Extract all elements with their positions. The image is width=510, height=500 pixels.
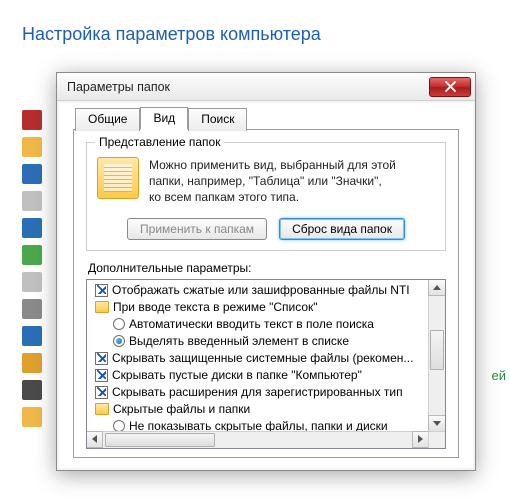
close-icon	[445, 81, 456, 92]
tab-panel-view: Представление папок Можно применить вид,…	[73, 129, 459, 458]
dialog-title: Параметры папок	[67, 80, 429, 94]
tree-row-4[interactable]: Скрывать защищенные системные файлы (рек…	[89, 350, 426, 367]
advanced-settings-tree[interactable]: Отображать сжатые или зашифрованные файл…	[86, 279, 446, 449]
dialog-body: Общие Вид Поиск Представление папок Можн…	[59, 103, 473, 468]
tab-general[interactable]: Общие	[75, 108, 140, 131]
tree-row-5[interactable]: Скрывать пустые диски в папке "Компьютер…	[89, 367, 426, 384]
checkbox[interactable]	[95, 386, 108, 399]
tree-row-1[interactable]: При вводе текста в режиме "Список"	[89, 299, 426, 316]
radio[interactable]	[113, 335, 125, 347]
folder-views-group: Представление папок Можно применить вид,…	[86, 142, 446, 251]
folder-icon	[97, 157, 139, 199]
sidebar-icon-7[interactable]	[22, 299, 42, 319]
tabstrip: Общие Вид Поиск	[73, 107, 459, 130]
folder-icon	[95, 301, 109, 313]
sidebar-icon-4[interactable]	[22, 218, 42, 238]
checkbox[interactable]	[95, 369, 108, 382]
folder-options-dialog: Параметры папок Общие Вид Поиск Представ…	[56, 72, 476, 471]
tab-view[interactable]: Вид	[140, 107, 188, 130]
tree-row-label: Отображать сжатые или зашифрованные файл…	[112, 283, 410, 297]
tree-row-label: Скрывать пустые диски в папке "Компьютер…	[112, 368, 362, 382]
reset-folders-button[interactable]: Сброс вида папок	[279, 218, 405, 240]
sidebar-icon-0[interactable]	[22, 110, 42, 130]
sidebar-icon-9[interactable]	[22, 353, 42, 373]
apply-to-folders-button[interactable]: Применить к папкам	[127, 218, 267, 240]
scroll-up-button[interactable]	[428, 279, 446, 296]
tree-row-7[interactable]: Скрытые файлы и папки	[89, 401, 426, 418]
tree-row-0[interactable]: Отображать сжатые или зашифрованные файл…	[89, 282, 426, 299]
sidebar-icon-11[interactable]	[22, 407, 42, 427]
folder-views-description: Можно применить вид, выбранный для этой …	[149, 157, 396, 206]
dialog-titlebar[interactable]: Параметры папок	[57, 73, 475, 101]
sidebar-icon-6[interactable]	[22, 272, 42, 292]
sidebar-icon-2[interactable]	[22, 164, 42, 184]
horizontal-scroll-thumb[interactable]	[105, 433, 215, 447]
page-title: Настройка параметров компьютера	[22, 24, 321, 45]
tree-row-label: При вводе текста в режиме "Список"	[113, 300, 318, 314]
tree-row-label: Скрывать расширения для зарегистрированн…	[112, 385, 403, 399]
tree-row-3[interactable]: Выделять введенный элемент в списке	[89, 333, 426, 350]
vertical-scrollbar[interactable]	[428, 280, 445, 431]
folder-icon	[95, 403, 109, 415]
sidebar-icon-3[interactable]	[22, 191, 42, 211]
scroll-corner	[428, 431, 445, 448]
scroll-right-button[interactable]	[412, 431, 429, 448]
checkbox[interactable]	[95, 352, 108, 365]
tree-row-8[interactable]: Не показывать скрытые файлы, папки и дис…	[89, 418, 426, 431]
tree-row-6[interactable]: Скрывать расширения для зарегистрированн…	[89, 384, 426, 401]
horizontal-scrollbar[interactable]	[87, 431, 428, 448]
close-button[interactable]	[429, 77, 471, 97]
tree-row-label: Автоматически вводить текст в поле поиск…	[129, 317, 374, 331]
sidebar-icon-10[interactable]	[22, 380, 42, 400]
sidebar-icon-8[interactable]	[22, 326, 42, 346]
tree-row-label: Не показывать скрытые файлы, папки и дис…	[129, 419, 388, 431]
scroll-down-button[interactable]	[428, 415, 446, 432]
sidebar-icon-5[interactable]	[22, 245, 42, 265]
tree-row-2[interactable]: Автоматически вводить текст в поле поиск…	[89, 316, 426, 333]
truncated-link-fragment: ей	[492, 368, 507, 383]
folder-views-legend: Представление папок	[95, 135, 224, 149]
tree-row-label: Скрывать защищенные системные файлы (рек…	[112, 351, 413, 365]
scroll-left-button[interactable]	[86, 431, 103, 448]
radio[interactable]	[113, 318, 125, 330]
tree-row-label: Выделять введенный элемент в списке	[129, 334, 349, 348]
sidebar-icon-1[interactable]	[22, 137, 42, 157]
vertical-scroll-thumb[interactable]	[430, 330, 444, 370]
tab-search[interactable]: Поиск	[188, 108, 247, 131]
radio[interactable]	[113, 420, 125, 431]
checkbox[interactable]	[95, 284, 108, 297]
control-panel-sidebar	[22, 110, 50, 434]
advanced-settings-label: Дополнительные параметры:	[88, 261, 446, 275]
tree-row-label: Скрытые файлы и папки	[113, 402, 250, 416]
